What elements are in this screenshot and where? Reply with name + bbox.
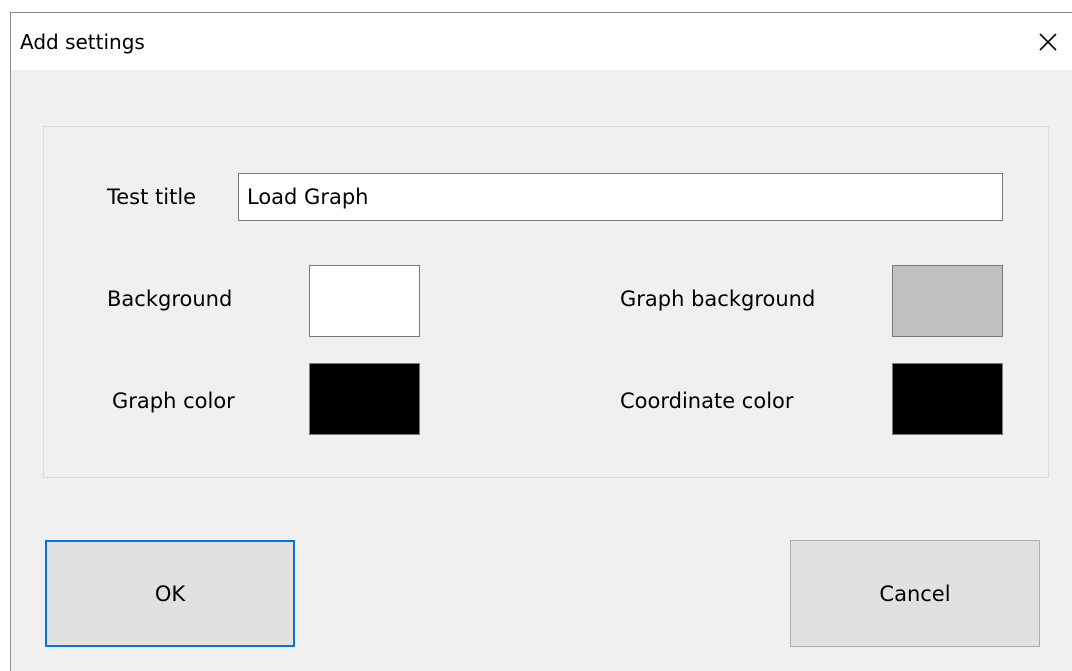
graph-color-label: Graph color — [112, 389, 235, 413]
graph-color-swatch[interactable] — [309, 363, 420, 435]
close-button[interactable] — [1024, 13, 1072, 70]
coordinate-color-swatch[interactable] — [892, 363, 1003, 435]
graph-background-color-swatch[interactable] — [892, 265, 1003, 337]
background-color-swatch[interactable] — [309, 265, 420, 337]
close-icon — [1039, 32, 1057, 51]
title-bar: Add settings — [11, 13, 1072, 70]
test-title-input[interactable] — [238, 173, 1003, 221]
background-label: Background — [107, 287, 233, 311]
graph-background-label: Graph background — [620, 287, 816, 311]
dialog-title: Add settings — [20, 30, 145, 54]
test-title-label: Test title — [107, 185, 197, 209]
coordinate-color-label: Coordinate color — [620, 389, 794, 413]
cancel-button[interactable]: Cancel — [790, 540, 1040, 647]
ok-button[interactable]: OK — [45, 540, 295, 647]
add-settings-dialog: Add settings Test title Background Graph… — [10, 12, 1072, 671]
